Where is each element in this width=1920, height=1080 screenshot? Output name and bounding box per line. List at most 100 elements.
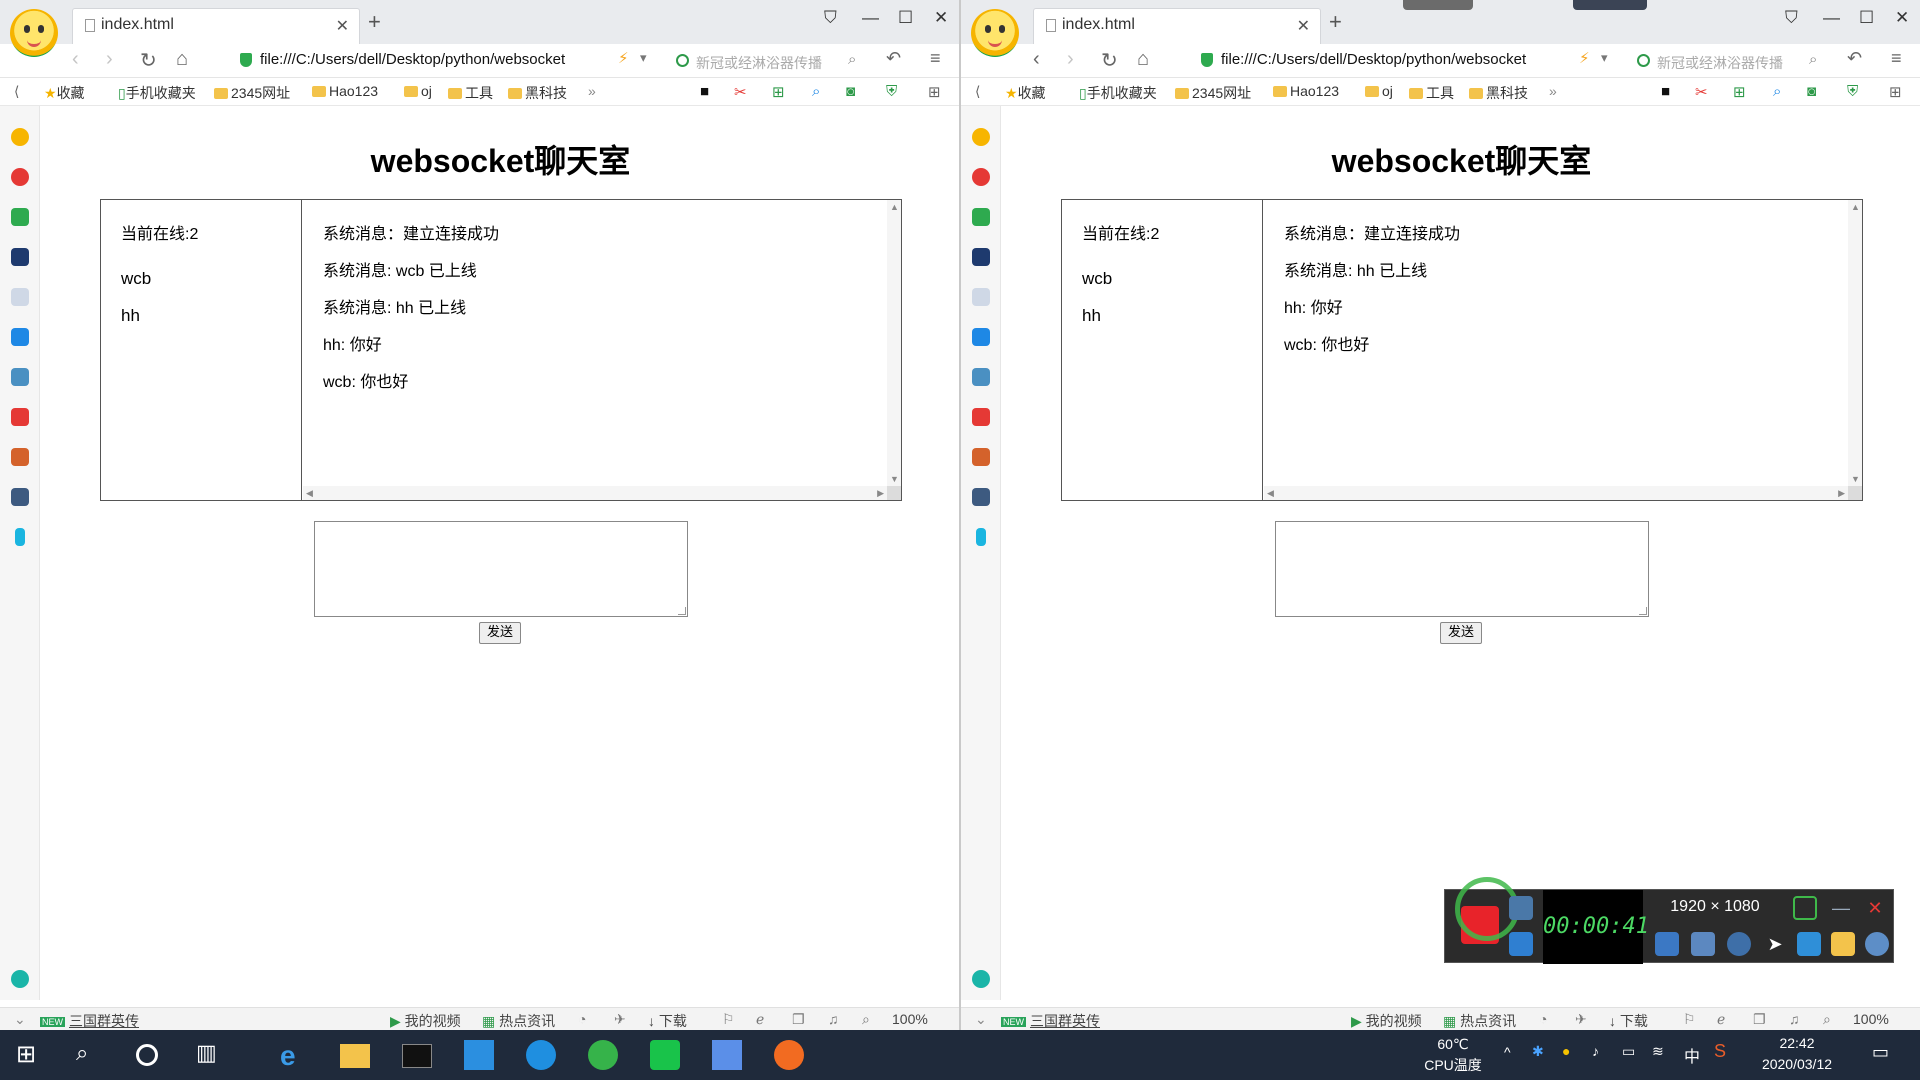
add-icon[interactable] (972, 970, 990, 988)
vertical-scrollbar[interactable]: ▲ ▼ (887, 200, 901, 486)
forward-button[interactable]: › (1067, 48, 1074, 71)
game-extension-icon[interactable]: ◙ (846, 83, 855, 100)
tab-index-html[interactable]: index.html ✕ (1033, 8, 1321, 44)
cut-extension-icon[interactable]: ✂ (1695, 83, 1708, 101)
news-ticker[interactable]: NEW 三国群英传 (1001, 1011, 1100, 1030)
search-icon[interactable]: ⌕ (1809, 51, 1817, 68)
volume-icon[interactable]: ♪ (1592, 1043, 1599, 1059)
search-box[interactable]: 新冠或经淋浴器传播 ⌕ (672, 48, 872, 74)
menu-icon[interactable]: ≡ (930, 48, 941, 69)
tray-app-icon[interactable]: ● (1562, 1043, 1570, 1059)
scroll-left-icon[interactable]: ◀ (1267, 488, 1274, 499)
news-icon[interactable] (972, 248, 990, 266)
bookmark-hacks[interactable]: 黑科技 (1469, 83, 1528, 103)
chevron-down-icon[interactable]: ▾ (640, 50, 647, 66)
more-bookmarks-icon[interactable]: » (1549, 83, 1557, 99)
region-select-icon[interactable] (1793, 896, 1817, 920)
scroll-right-icon[interactable]: ▶ (877, 488, 884, 499)
flag-icon[interactable]: ⚐ (722, 1011, 735, 1028)
search-icon[interactable]: ⌕ (76, 1040, 106, 1070)
input-method-indicator[interactable]: 中 (1684, 1043, 1700, 1067)
extension-icon[interactable]: ■ (700, 83, 709, 100)
file-explorer-icon[interactable] (340, 1044, 370, 1068)
mail-icon[interactable] (11, 208, 29, 226)
zoom-icon[interactable]: ⌕ (1823, 1011, 1831, 1028)
settings-gear-icon[interactable] (1865, 932, 1889, 956)
speed-mode-icon[interactable]: ⚡ (1579, 49, 1590, 67)
my-videos-link[interactable]: ▶ 我的视频 (1351, 1011, 1422, 1030)
clock-time[interactable]: 22:42 (1752, 1035, 1842, 1051)
flag-icon[interactable]: ⚐ (1683, 1011, 1696, 1028)
bookmark-tools[interactable]: 工具 (448, 83, 493, 103)
kugou-music-icon[interactable] (526, 1040, 556, 1070)
maximize-button[interactable]: ☐ (898, 8, 913, 28)
maximize-button[interactable]: ☐ (1859, 8, 1874, 28)
browser-logo-icon[interactable] (10, 9, 58, 57)
restore-tabs-icon[interactable]: ⛉ (824, 8, 837, 28)
tab-index-html[interactable]: index.html ✕ (72, 8, 360, 44)
bookmark-hacks[interactable]: 黑科技 (508, 83, 567, 103)
notification-icon[interactable]: ▭ (1872, 1042, 1889, 1063)
firefox-icon[interactable] (774, 1040, 804, 1070)
game-extension-icon[interactable]: ◙ (1807, 83, 1816, 100)
chevron-down-icon[interactable]: ⌄ (975, 1011, 987, 1028)
apps-grid-icon[interactable]: ⊞ (1889, 83, 1902, 101)
task-view-icon[interactable]: ▥ (196, 1040, 226, 1070)
hot-news-link[interactable]: ▦ 热点资讯 (1443, 1011, 1516, 1030)
bookmark-oj[interactable]: oj (1365, 83, 1393, 99)
new-tab-button[interactable]: + (1329, 9, 1342, 35)
bookmark-2345[interactable]: 2345网址 (214, 83, 290, 103)
speed-mode-icon[interactable]: ⚡ (618, 49, 629, 67)
address-bar[interactable]: file:///C:/Users/dell/Desktop/python/web… (1191, 48, 1621, 74)
download-link[interactable]: ↓ 下载 (648, 1011, 687, 1030)
chat-icon[interactable] (972, 328, 990, 346)
send-button[interactable]: 发送 (479, 622, 521, 644)
speed-icon[interactable]: ◔ (578, 1011, 586, 1027)
folder-icon[interactable] (1831, 932, 1855, 956)
shield-extension-icon[interactable]: ⛨ (886, 83, 897, 100)
bookmark-tools[interactable]: 工具 (1409, 83, 1454, 103)
close-tab-icon[interactable]: ✕ (1297, 16, 1310, 36)
game-icon[interactable] (11, 368, 29, 386)
scroll-left-icon[interactable]: ◀ (306, 488, 313, 499)
bookmark-favorites[interactable]: ★收藏 (1005, 83, 1046, 103)
scroll-right-icon[interactable]: ▶ (1838, 488, 1845, 499)
undo-icon[interactable]: ↶ (886, 48, 901, 69)
translate-extension-icon[interactable]: ⊞ (1733, 83, 1746, 101)
vscode-icon[interactable] (464, 1040, 494, 1070)
game-icon[interactable] (11, 448, 29, 466)
clock-date[interactable]: 2020/03/12 (1752, 1056, 1842, 1072)
document-icon[interactable] (11, 288, 29, 306)
menu-icon[interactable]: ≡ (1891, 48, 1902, 69)
battery-icon[interactable]: ▭ (1622, 1043, 1635, 1060)
zoom-level[interactable]: 100% (892, 1011, 928, 1027)
undo-icon[interactable]: ↶ (1847, 48, 1862, 69)
shop-icon[interactable] (11, 408, 29, 426)
bluetooth-icon[interactable]: ✱ (1532, 1043, 1544, 1060)
send-button[interactable]: 发送 (1440, 622, 1482, 644)
terminal-icon[interactable] (402, 1044, 432, 1068)
speed-icon[interactable]: ◔ (1539, 1011, 1547, 1027)
minimize-button[interactable]: — (1823, 8, 1840, 28)
horizontal-scrollbar[interactable]: ◀ ▶ (303, 486, 887, 500)
shield-extension-icon[interactable]: ⛨ (1847, 83, 1858, 100)
star-icon[interactable] (11, 128, 29, 146)
collapse-sidebar-icon[interactable]: ⟨ (975, 83, 980, 100)
cortana-icon[interactable] (136, 1044, 158, 1066)
chevron-down-icon[interactable]: ▾ (1601, 50, 1608, 66)
horizontal-scrollbar[interactable]: ◀ ▶ (1264, 486, 1848, 500)
volume-icon[interactable]: ♫ (828, 1011, 839, 1027)
close-window-button[interactable]: ✕ (934, 8, 948, 28)
volume-icon[interactable]: ♫ (1789, 1011, 1800, 1027)
bookmark-hao123[interactable]: Hao123 (1273, 83, 1339, 99)
scroll-up-icon[interactable]: ▲ (890, 202, 899, 212)
feishu-icon[interactable] (712, 1040, 742, 1070)
home-button[interactable]: ⌂ (176, 48, 188, 71)
pay-icon[interactable] (15, 528, 25, 546)
bookmark-oj[interactable]: oj (404, 83, 432, 99)
pin-icon[interactable]: ✈ (1575, 1011, 1587, 1028)
pause-icon[interactable] (1509, 932, 1533, 956)
chevron-down-icon[interactable]: ⌄ (14, 1011, 26, 1028)
game-icon[interactable] (11, 488, 29, 506)
star-icon[interactable] (972, 128, 990, 146)
